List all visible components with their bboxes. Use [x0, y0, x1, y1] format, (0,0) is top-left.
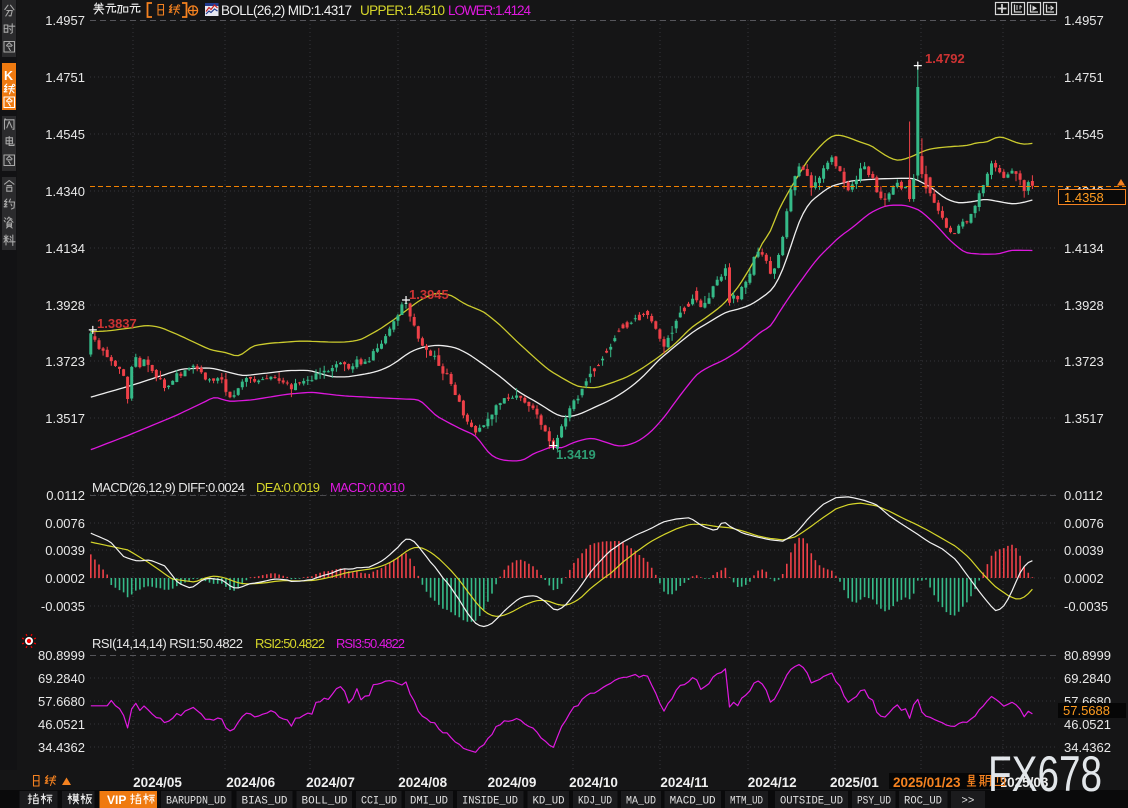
svg-text:FX678: FX678 — [988, 746, 1102, 802]
svg-text:-0.0035: -0.0035 — [41, 599, 85, 614]
svg-text:0.0039: 0.0039 — [1064, 543, 1104, 558]
svg-text:80.8999: 80.8999 — [38, 648, 85, 663]
svg-text:1.3517: 1.3517 — [1064, 411, 1104, 426]
svg-text:80.8999: 80.8999 — [1064, 648, 1111, 663]
svg-text:1.4545: 1.4545 — [45, 127, 85, 142]
svg-text:DEA:0.0019: DEA:0.0019 — [256, 480, 320, 495]
svg-text:0.0002: 0.0002 — [45, 571, 85, 586]
svg-text:69.2840: 69.2840 — [1064, 671, 1111, 686]
svg-text:RSI(14,14,14) RSI1:50.4822: RSI(14,14,14) RSI1:50.4822 — [92, 636, 243, 651]
svg-text:RSI2:50.4822: RSI2:50.4822 — [255, 636, 325, 651]
svg-text:57.5688: 57.5688 — [1063, 703, 1110, 718]
svg-text:1.3723: 1.3723 — [1064, 354, 1104, 369]
svg-text:0.0002: 0.0002 — [1064, 571, 1104, 586]
svg-text:0.0076: 0.0076 — [1064, 516, 1104, 531]
svg-text:LOWER:1.4124: LOWER:1.4124 — [448, 3, 531, 18]
svg-text:1.4751: 1.4751 — [1064, 70, 1104, 85]
svg-text:1.4358: 1.4358 — [1064, 190, 1104, 205]
svg-text:57.6680: 57.6680 — [38, 694, 85, 709]
svg-text:69.2840: 69.2840 — [38, 671, 85, 686]
svg-text:1.3517: 1.3517 — [45, 411, 85, 426]
svg-text:1.3837: 1.3837 — [97, 316, 137, 331]
svg-text:1.4545: 1.4545 — [1064, 127, 1104, 142]
svg-text:1.3928: 1.3928 — [45, 298, 85, 313]
svg-text:0.0076: 0.0076 — [45, 516, 85, 531]
svg-text:-0.0035: -0.0035 — [1064, 599, 1108, 614]
svg-text:0.0112: 0.0112 — [46, 488, 85, 503]
svg-text:1.4751: 1.4751 — [45, 70, 85, 85]
svg-text:1.4134: 1.4134 — [1064, 241, 1104, 256]
svg-text:1.3723: 1.3723 — [45, 354, 85, 369]
svg-text:46.0521: 46.0521 — [1064, 717, 1111, 732]
svg-text:46.0521: 46.0521 — [38, 717, 85, 732]
svg-text:1.4134: 1.4134 — [45, 241, 85, 256]
svg-text:K: K — [4, 69, 13, 83]
svg-text:0.0112: 0.0112 — [1064, 488, 1103, 503]
svg-text:RSI3:50.4822: RSI3:50.4822 — [336, 636, 405, 651]
svg-text:MACD:0.0010: MACD:0.0010 — [330, 480, 405, 495]
svg-text:1.4340: 1.4340 — [45, 184, 85, 199]
svg-text:0.0039: 0.0039 — [45, 543, 85, 558]
svg-text:UPPER:1.4510: UPPER:1.4510 — [360, 3, 445, 18]
svg-text:1.3945: 1.3945 — [409, 287, 449, 302]
svg-text:BOLL(26,2) MID:1.4317: BOLL(26,2) MID:1.4317 — [221, 3, 352, 18]
svg-text:1.4957: 1.4957 — [1064, 13, 1104, 28]
svg-text:1.3419: 1.3419 — [556, 447, 596, 462]
svg-text:1.4792: 1.4792 — [925, 51, 965, 66]
svg-text:MACD(26,12,9) DIFF:0.0024: MACD(26,12,9) DIFF:0.0024 — [92, 480, 245, 495]
svg-text:1.4957: 1.4957 — [45, 13, 85, 28]
svg-text:1.3928: 1.3928 — [1064, 298, 1104, 313]
